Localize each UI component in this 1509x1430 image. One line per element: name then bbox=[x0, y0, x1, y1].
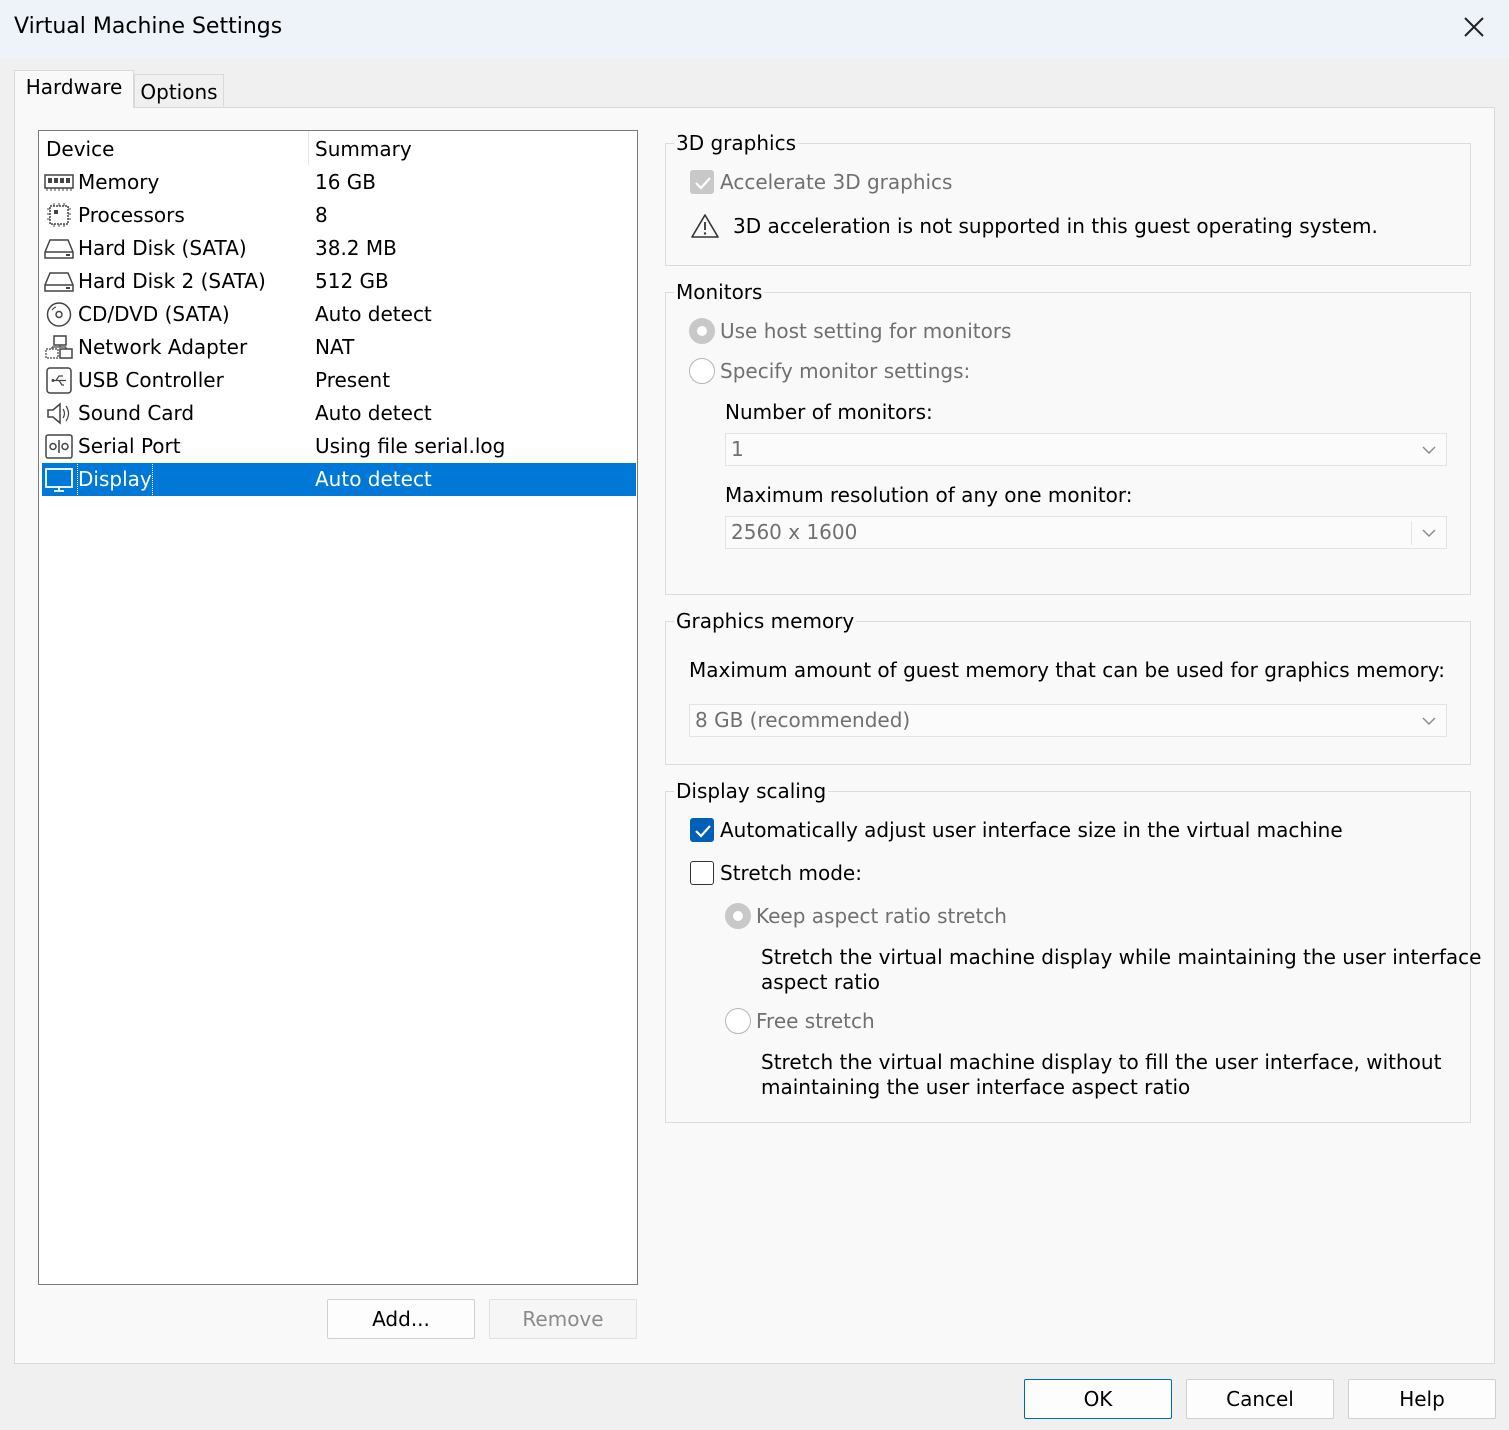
auto-adjust-label[interactable]: Automatically adjust user interface size… bbox=[720, 818, 1343, 842]
group-label-monitors: Monitors bbox=[674, 280, 765, 304]
device-summary: Using file serial.log bbox=[315, 434, 506, 458]
device-summary: 512 GB bbox=[315, 269, 389, 293]
remove-device-button[interactable]: Remove bbox=[489, 1299, 637, 1339]
ok-button[interactable]: OK bbox=[1024, 1379, 1172, 1419]
chevron-down-icon bbox=[1422, 529, 1436, 537]
max-resolution-label: Maximum resolution of any one monitor: bbox=[725, 483, 1133, 507]
dropdown-value: 1 bbox=[731, 437, 744, 461]
usb-icon bbox=[46, 367, 72, 394]
keep-aspect-label[interactable]: Keep aspect ratio stretch bbox=[756, 904, 1007, 928]
keep-aspect-description-line2: aspect ratio bbox=[761, 970, 880, 994]
combobox-separator bbox=[1411, 521, 1412, 545]
hard-disk-icon bbox=[44, 239, 74, 259]
specify-monitors-label[interactable]: Specify monitor settings: bbox=[720, 359, 970, 383]
free-stretch-description-line2: maintaining the user interface aspect ra… bbox=[761, 1075, 1191, 1099]
column-separator[interactable] bbox=[308, 131, 309, 165]
device-name: USB Controller bbox=[78, 368, 224, 392]
device-name: CD/DVD (SATA) bbox=[78, 302, 230, 326]
device-row-memory[interactable]: Memory 16 GB bbox=[42, 166, 636, 199]
accelerate-3d-checkbox[interactable] bbox=[690, 170, 714, 194]
group-label-3d-graphics: 3D graphics bbox=[674, 131, 798, 155]
chevron-down-icon bbox=[1422, 446, 1436, 454]
window-title: Virtual Machine Settings bbox=[14, 14, 283, 39]
device-name: Memory bbox=[78, 170, 160, 194]
free-stretch-radio[interactable] bbox=[725, 1008, 751, 1034]
dropdown-value: 2560 x 1600 bbox=[731, 520, 858, 544]
stretch-mode-label[interactable]: Stretch mode: bbox=[720, 861, 862, 885]
device-summary: 38.2 MB bbox=[315, 236, 397, 260]
stretch-mode-checkbox[interactable] bbox=[690, 861, 714, 885]
tab-options[interactable]: Options bbox=[134, 74, 224, 108]
device-row-display[interactable]: Display Auto detect bbox=[42, 462, 636, 497]
keep-aspect-radio[interactable] bbox=[725, 903, 751, 929]
device-row-serial-port[interactable]: Serial Port Using file serial.log bbox=[42, 430, 636, 463]
serial-port-icon bbox=[45, 434, 73, 459]
number-of-monitors-label: Number of monitors: bbox=[725, 400, 933, 424]
device-row-processors[interactable]: Processors 8 bbox=[42, 199, 636, 232]
title-bar: Virtual Machine Settings bbox=[0, 0, 1509, 58]
device-summary: 16 GB bbox=[315, 170, 377, 194]
device-row-cd-dvd[interactable]: CD/DVD (SATA) Auto detect bbox=[42, 298, 636, 331]
checkmark-icon bbox=[695, 177, 711, 190]
device-name: Processors bbox=[78, 203, 185, 227]
processor-icon bbox=[47, 203, 71, 227]
cd-dvd-icon bbox=[46, 302, 72, 327]
device-list[interactable]: Device Summary Memory 16 GB Processors 8… bbox=[38, 130, 638, 1285]
warning-text: 3D acceleration is not supported in this… bbox=[733, 214, 1378, 238]
memory-icon bbox=[44, 174, 74, 191]
keep-aspect-description-line1: Stretch the virtual machine display whil… bbox=[761, 945, 1482, 969]
number-of-monitors-dropdown[interactable]: 1 bbox=[725, 433, 1447, 466]
graphics-memory-dropdown[interactable]: 8 GB (recommended) bbox=[689, 704, 1447, 737]
device-row-hard-disk[interactable]: Hard Disk (SATA) 38.2 MB bbox=[42, 232, 636, 265]
close-button[interactable] bbox=[1445, 0, 1503, 56]
device-row-sound-card[interactable]: Sound Card Auto detect bbox=[42, 397, 636, 430]
checkmark-icon bbox=[695, 825, 711, 838]
group-label-graphics-memory: Graphics memory bbox=[674, 609, 857, 633]
cancel-button[interactable]: Cancel bbox=[1186, 1379, 1334, 1419]
hard-disk-icon bbox=[44, 272, 74, 292]
device-summary: NAT bbox=[315, 335, 355, 359]
device-name: Network Adapter bbox=[78, 335, 248, 359]
free-stretch-label[interactable]: Free stretch bbox=[756, 1009, 875, 1033]
device-name: Display bbox=[77, 462, 153, 497]
device-summary: Auto detect bbox=[315, 302, 432, 326]
graphics-memory-description: Maximum amount of guest memory that can … bbox=[689, 658, 1445, 682]
device-name: Serial Port bbox=[78, 434, 181, 458]
free-stretch-description-line1: Stretch the virtual machine display to f… bbox=[761, 1050, 1442, 1074]
chevron-down-icon bbox=[1422, 717, 1436, 725]
group-graphics-memory bbox=[665, 621, 1471, 765]
group-label-display-scaling: Display scaling bbox=[674, 779, 829, 803]
device-row-network-adapter[interactable]: Network Adapter NAT bbox=[42, 331, 636, 364]
max-resolution-combobox[interactable]: 2560 x 1600 bbox=[725, 516, 1447, 549]
display-icon bbox=[45, 468, 73, 492]
column-header-summary[interactable]: Summary bbox=[315, 137, 412, 161]
speaker-icon bbox=[47, 402, 70, 425]
help-button[interactable]: Help bbox=[1348, 1379, 1496, 1419]
accelerate-3d-label[interactable]: Accelerate 3D graphics bbox=[720, 170, 952, 194]
group-3d-graphics bbox=[665, 143, 1471, 266]
tab-hardware[interactable]: Hardware bbox=[14, 70, 134, 108]
device-row-hard-disk-2[interactable]: Hard Disk 2 (SATA) 512 GB bbox=[42, 265, 636, 298]
network-icon bbox=[45, 335, 73, 359]
device-name: Hard Disk (SATA) bbox=[78, 236, 247, 260]
close-icon bbox=[1464, 17, 1484, 37]
device-summary: Present bbox=[315, 368, 391, 392]
use-host-label[interactable]: Use host setting for monitors bbox=[720, 319, 1011, 343]
device-summary: Auto detect bbox=[315, 401, 432, 425]
device-row-usb-controller[interactable]: USB Controller Present bbox=[42, 364, 636, 397]
device-summary: Auto detect bbox=[315, 467, 432, 491]
device-summary: 8 bbox=[315, 203, 328, 227]
device-name: Hard Disk 2 (SATA) bbox=[78, 269, 266, 293]
use-host-radio[interactable] bbox=[689, 318, 715, 344]
warning-icon bbox=[691, 214, 719, 238]
dropdown-value: 8 GB (recommended) bbox=[695, 708, 911, 732]
add-device-button[interactable]: Add... bbox=[327, 1299, 475, 1339]
auto-adjust-checkbox[interactable] bbox=[690, 818, 714, 842]
specify-monitors-radio[interactable] bbox=[689, 358, 715, 384]
column-header-device[interactable]: Device bbox=[46, 137, 114, 161]
device-name: Sound Card bbox=[78, 401, 195, 425]
